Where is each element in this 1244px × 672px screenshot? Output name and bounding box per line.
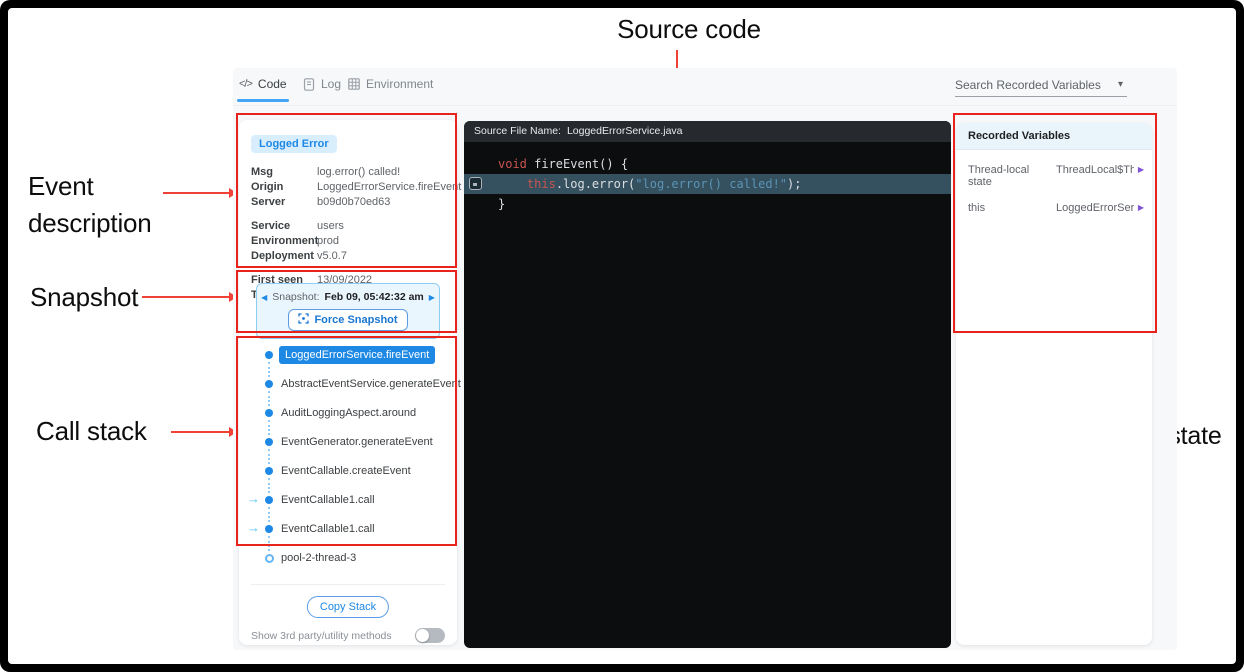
code-editor: void fireEvent() { this.log.error("log.e… bbox=[464, 142, 951, 214]
third-party-toggle-label: Show 3rd party/utility methods bbox=[251, 630, 392, 642]
source-file-name: LoggedErrorService.java bbox=[567, 125, 683, 137]
tab-environment-label: Environment bbox=[366, 77, 433, 91]
third-party-toggle-row: Show 3rd party/utility methods bbox=[251, 628, 445, 643]
annotation-source-code: Source code bbox=[604, 14, 774, 45]
third-party-toggle[interactable] bbox=[415, 628, 445, 643]
annotation-call-stack: Call stack bbox=[36, 416, 147, 447]
environment-grid-icon bbox=[348, 78, 360, 90]
screenshot-frame: Source code Event description Snapshot C… bbox=[0, 0, 1244, 672]
highlight-box-recorded-variables bbox=[953, 113, 1157, 333]
source-code-panel: Source File Name: LoggedErrorService.java… bbox=[464, 121, 951, 648]
tab-code[interactable]: </> Code bbox=[239, 77, 287, 91]
arrow-event-description bbox=[163, 192, 229, 194]
divider bbox=[251, 584, 445, 585]
thread-dot-icon bbox=[265, 554, 274, 563]
tab-log-label: Log bbox=[321, 77, 341, 91]
code-line: void fireEvent() { bbox=[464, 154, 951, 174]
page-canvas: Source code Event description Snapshot C… bbox=[8, 8, 1236, 664]
annotation-snapshot: Snapshot bbox=[30, 282, 138, 313]
code-line-highlighted: this.log.error("log.error() called!"); bbox=[464, 174, 951, 194]
stack-frame-thread[interactable]: pool-2-thread-3 bbox=[239, 551, 457, 580]
log-file-icon bbox=[303, 78, 315, 91]
highlight-box-snapshot bbox=[236, 270, 457, 333]
tab-environment[interactable]: Environment bbox=[348, 77, 433, 91]
arrow-snapshot bbox=[142, 296, 229, 298]
source-file-header: Source File Name: LoggedErrorService.java bbox=[464, 121, 951, 142]
toggle-knob bbox=[416, 629, 429, 642]
chevron-down-icon: ▾ bbox=[1118, 79, 1123, 90]
tab-bar: </> Code Log Environment Search Reco bbox=[233, 68, 1177, 106]
arrow-call-stack bbox=[171, 431, 229, 433]
tab-code-label: Code bbox=[258, 77, 287, 91]
highlight-box-event-description bbox=[236, 113, 457, 268]
annotation-event-description: Event description bbox=[28, 168, 198, 242]
snapshot-gutter-icon[interactable] bbox=[469, 177, 482, 190]
source-file-label: Source File Name: bbox=[474, 125, 561, 137]
copy-stack-button[interactable]: Copy Stack bbox=[307, 596, 389, 618]
code-icon: </> bbox=[239, 78, 252, 90]
tab-log[interactable]: Log bbox=[303, 77, 341, 91]
code-line: } bbox=[464, 194, 951, 214]
highlight-box-call-stack bbox=[236, 336, 457, 546]
search-recorded-variables-select[interactable]: Search Recorded Variables ▾ bbox=[955, 78, 1127, 97]
search-select-label: Search Recorded Variables bbox=[955, 78, 1101, 92]
